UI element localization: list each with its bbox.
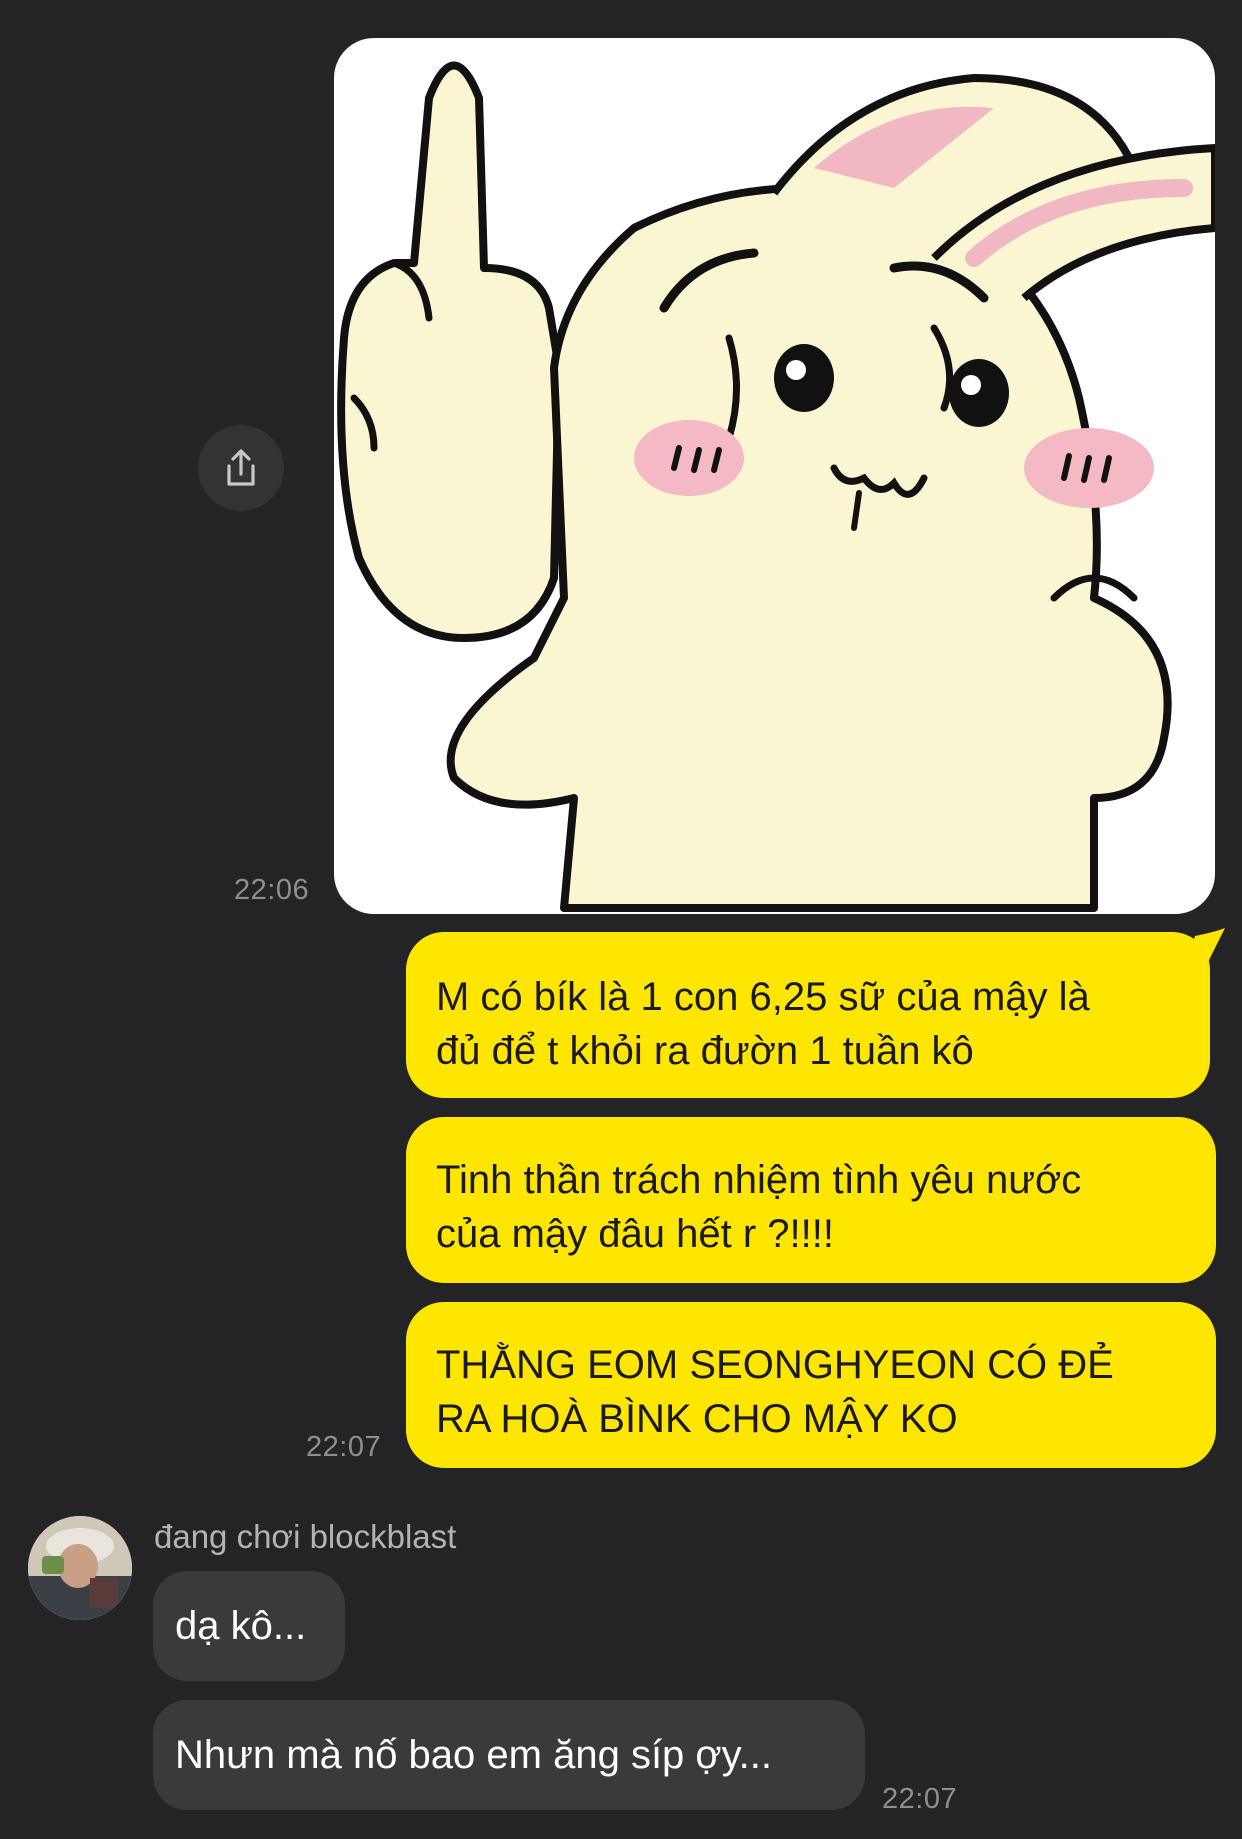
sender-name: đang chơi blockblast xyxy=(154,1518,457,1555)
incoming-timestamp: 22:07 xyxy=(882,1783,958,1815)
incoming-message[interactable]: Nhưn mà nố bao em ăng síp ợy... xyxy=(153,1700,865,1810)
bubble-tail xyxy=(1185,928,1225,968)
message-line: của mậy đâu hết r ?!!!! xyxy=(436,1212,834,1256)
message-line: đủ để t khỏi ra đườn 1 tuần kô xyxy=(436,1029,974,1073)
outgoing-message[interactable]: THẰNG EOM SEONGHYEON CÓ ĐẺ RA HOÀ BÌNK C… xyxy=(406,1302,1216,1468)
outgoing-message[interactable]: M có bík là 1 con 6,25 sữ của mậy là đủ … xyxy=(406,932,1210,1098)
message-line: M có bík là 1 con 6,25 sữ của mậy là xyxy=(436,975,1090,1019)
outgoing-message[interactable]: Tinh thần trách nhiệm tình yêu nước của … xyxy=(406,1117,1216,1283)
avatar[interactable] xyxy=(28,1516,132,1620)
message-text: Nhưn mà nố bao em ăng síp ợy... xyxy=(175,1733,773,1777)
message-text: dạ kô... xyxy=(175,1604,307,1648)
sticker-image[interactable] xyxy=(334,38,1215,914)
share-icon xyxy=(227,449,255,486)
outgoing-timestamp: 22:07 xyxy=(306,1431,382,1463)
bunny-sticker xyxy=(337,61,1215,912)
message-line: RA HOÀ BÌNK CHO MẬY KO xyxy=(436,1397,958,1441)
share-button[interactable] xyxy=(198,425,284,511)
avatar-photo-icon xyxy=(28,1516,132,1620)
message-line: Tinh thần trách nhiệm tình yêu nước xyxy=(436,1158,1082,1202)
sticker-timestamp: 22:06 xyxy=(234,874,310,906)
incoming-message[interactable]: dạ kô... xyxy=(153,1571,345,1681)
message-line: THẰNG EOM SEONGHYEON CÓ ĐẺ xyxy=(436,1343,1114,1387)
